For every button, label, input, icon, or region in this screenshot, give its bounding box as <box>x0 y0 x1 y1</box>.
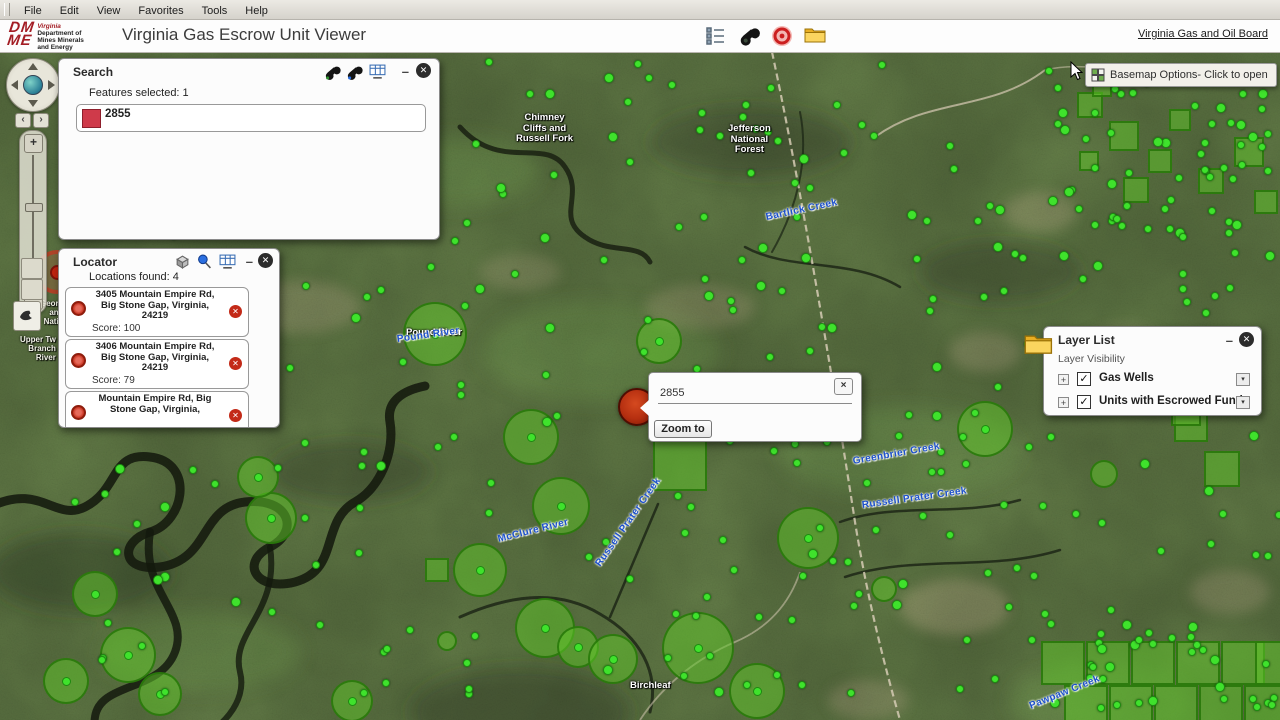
layers-folder-icon[interactable] <box>804 25 826 47</box>
nav-tool-button-2[interactable] <box>21 279 43 300</box>
menu-file[interactable]: File <box>15 3 51 19</box>
result-marker-icon <box>71 405 86 420</box>
expand-icon[interactable]: + <box>1058 397 1069 408</box>
layer-visibility-label: Layer Visibility <box>1058 353 1125 365</box>
search-panel: Search – ✕ Features selected: 1 2855 <box>58 58 440 240</box>
select-binoculars-icon[interactable] <box>323 64 341 80</box>
result-address: 3405 Mountain Empire Rd, Big Stone Gap, … <box>92 290 218 322</box>
dmme-logo-letters: DMME <box>6 21 36 51</box>
locations-found-status: Locations found: 4 <box>89 271 179 283</box>
attribute-table-icon[interactable] <box>219 254 237 270</box>
remove-result-icon[interactable]: ✕ <box>229 305 242 318</box>
minimize-button[interactable]: – <box>402 67 409 77</box>
features-selected-status: Features selected: 1 <box>89 87 189 99</box>
menu-help[interactable]: Help <box>236 3 277 19</box>
layer-list-panel: Layer List – ✕ Layer Visibility + ✓ Gas We… <box>1043 326 1262 416</box>
pan-north-arrow-icon[interactable] <box>28 63 38 70</box>
menu-favorites[interactable]: Favorites <box>129 3 192 19</box>
result-address: Mountain Empire Rd, Big Stone Gap, Virgi… <box>92 394 218 415</box>
layer-rows: +✓Gas Wells▾+✓Units with Escrowed Funds▾ <box>1058 370 1250 416</box>
gas-oil-board-link[interactable]: Virginia Gas and Oil Board <box>1138 28 1268 40</box>
next-extent-button[interactable]: › <box>33 113 49 128</box>
nav-tool-button-1[interactable] <box>21 258 43 279</box>
popup-feature-title: 2855 <box>660 387 684 399</box>
layer-menu-dropdown-icon[interactable]: ▾ <box>1236 396 1250 409</box>
zoom-to-button[interactable]: Zoom to <box>654 420 712 438</box>
legend-icon[interactable] <box>705 25 727 47</box>
layer-row: + ✓ Gas Wells ▾ <box>1058 370 1250 393</box>
locator-result-item[interactable]: 3405 Mountain Empire Rd, Big Stone Gap, … <box>65 287 249 337</box>
popup-divider <box>658 403 852 404</box>
cube-icon[interactable] <box>175 254 193 270</box>
remove-result-icon[interactable]: ✕ <box>229 357 242 370</box>
expand-icon[interactable]: + <box>1058 374 1069 385</box>
popup-tail <box>640 400 649 416</box>
search-binoculars-icon[interactable] <box>738 25 760 47</box>
locate-target-icon[interactable] <box>771 25 793 47</box>
layer-checkbox[interactable]: ✓ <box>1077 395 1091 409</box>
dmme-logo-text: Virginia Department of Mines Minerals an… <box>37 21 84 51</box>
minimize-button[interactable]: – <box>246 257 253 267</box>
remove-result-icon[interactable]: ✕ <box>229 409 242 422</box>
close-icon[interactable]: ✕ <box>258 253 273 268</box>
result-marker-icon <box>71 301 86 316</box>
header-toolbar <box>705 23 825 49</box>
result-address: 3406 Mountain Empire Rd, Big Stone Gap, … <box>92 342 218 374</box>
basemap-tooltip-text: Basemap Options- Click to open <box>1110 69 1268 81</box>
zoom-in-button[interactable]: + <box>24 134 43 153</box>
pan-south-arrow-icon[interactable] <box>28 100 38 107</box>
pushpin-icon[interactable] <box>197 254 215 270</box>
pan-west-arrow-icon[interactable] <box>11 80 18 90</box>
unit-swatch-icon <box>82 109 101 128</box>
zoom-slider-handle[interactable] <box>25 203 43 212</box>
basemap-options-tooltip[interactable]: Basemap Options- Click to open <box>1085 63 1277 87</box>
attribute-table-icon[interactable] <box>369 64 387 80</box>
globe-icon[interactable] <box>23 75 43 95</box>
result-score: Score: 79 <box>92 375 135 386</box>
pan-east-arrow-icon[interactable] <box>48 80 55 90</box>
pan-compass[interactable] <box>6 58 60 112</box>
page-title: Virginia Gas Escrow Unit Viewer <box>122 25 366 45</box>
popup-close-button[interactable]: × <box>834 378 853 395</box>
layer-list-folder-icon[interactable] <box>1024 332 1054 356</box>
menu-edit[interactable]: Edit <box>51 3 88 19</box>
locator-results-list: 3405 Mountain Empire Rd, Big Stone Gap, … <box>65 287 249 428</box>
locator-panel-title: Locator <box>73 255 117 269</box>
menu-grip <box>4 3 10 16</box>
layer-label: Units with Escrowed Funds <box>1099 395 1249 407</box>
menu-tools[interactable]: Tools <box>193 3 237 19</box>
layer-menu-dropdown-icon[interactable]: ▾ <box>1236 373 1250 386</box>
close-icon[interactable]: ✕ <box>1239 332 1254 347</box>
dmme-logo: DMME Virginia Department of Mines Minera… <box>8 21 84 51</box>
result-score: Score: 100 <box>92 323 140 334</box>
overview-map-button[interactable] <box>13 301 41 331</box>
search-panel-title: Search <box>73 65 113 79</box>
previous-extent-button[interactable]: ‹ <box>15 113 31 128</box>
search-result-label: 2855 <box>105 108 131 120</box>
close-icon[interactable]: ✕ <box>416 63 431 78</box>
menu-items: FileEditViewFavoritesToolsHelp <box>15 1 277 19</box>
layer-row: + ✓ Units with Escrowed Funds▾ <box>1058 393 1250 416</box>
minimize-button[interactable]: – <box>1226 336 1233 346</box>
result-marker-icon <box>71 353 86 368</box>
search-result-item[interactable]: 2855 <box>76 104 426 132</box>
basemap-grid-icon <box>1091 68 1105 82</box>
locator-result-item[interactable]: Mountain Empire Rd, Big Stone Gap, Virgi… <box>65 391 249 428</box>
layer-checkbox[interactable]: ✓ <box>1077 372 1091 386</box>
feature-popup: × 2855 Zoom to <box>648 372 862 442</box>
app-header: DMME Virginia Department of Mines Minera… <box>0 20 1280 53</box>
menu-view[interactable]: View <box>88 3 130 19</box>
mouse-cursor <box>1070 61 1084 81</box>
layer-label: Gas Wells <box>1099 372 1154 384</box>
locator-result-item[interactable]: 3406 Mountain Empire Rd, Big Stone Gap, … <box>65 339 249 389</box>
clear-selection-binoculars-icon[interactable] <box>345 64 363 80</box>
locator-panel: Locator – ✕ Locations found: 4 3405 Moun… <box>58 248 280 428</box>
layer-list-title: Layer List <box>1058 333 1115 347</box>
browser-menu-bar: FileEditViewFavoritesToolsHelp <box>0 0 1280 20</box>
